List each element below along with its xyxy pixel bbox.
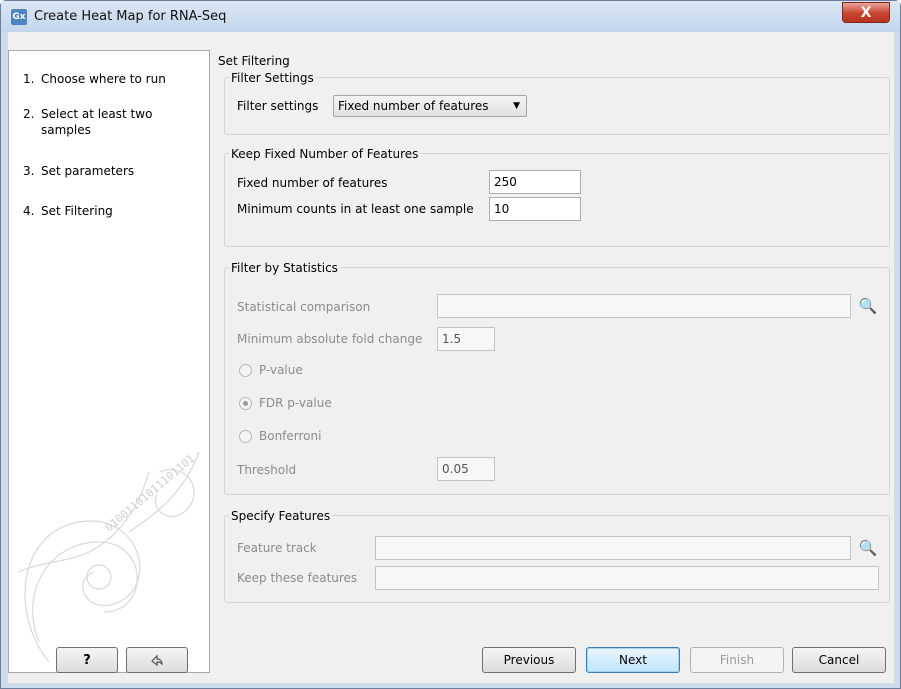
fixed-features-input[interactable]: 250	[489, 170, 581, 194]
step-label: Set Filtering	[41, 204, 113, 218]
keep-features-field[interactable]	[375, 566, 879, 590]
fixed-features-label: Fixed number of features	[237, 176, 388, 190]
close-button[interactable]: X	[842, 2, 890, 23]
next-button[interactable]: Next	[586, 647, 680, 673]
feature-track-field[interactable]	[375, 536, 851, 560]
filter-settings-group: Filter Settings Filter settings Fixed nu…	[224, 71, 890, 135]
filter-settings-area: Set Filtering Filter Settings Filter set…	[216, 50, 894, 673]
previous-button[interactable]: Previous	[482, 647, 576, 673]
window-title: Create Heat Map for RNA-Seq	[34, 9, 227, 24]
watermark-binary-text: 01001101011101101	[103, 452, 198, 534]
help-button[interactable]: ?	[56, 647, 118, 673]
minimum-counts-input[interactable]: 10	[489, 197, 581, 221]
fdr-pvalue-label: FDR p-value	[259, 396, 332, 410]
group-title: Specify Features	[229, 509, 333, 523]
keep-features-label: Keep these features	[237, 571, 358, 585]
title-bar[interactable]: Gx Create Heat Map for RNA-Seq X	[1, 1, 900, 32]
filter-settings-dropdown[interactable]: Fixed number of features ▼	[333, 95, 527, 117]
threshold-label: Threshold	[237, 463, 297, 477]
dialog-window: Gx Create Heat Map for RNA-Seq X 1. Choo…	[0, 0, 901, 689]
button-bar: ? Previous Next Finish Cancel	[8, 643, 894, 683]
group-title: Keep Fixed Number of Features	[229, 147, 421, 161]
finish-button[interactable]: Finish	[690, 647, 784, 673]
page-title: Set Filtering	[218, 54, 290, 68]
filter-settings-selected: Fixed number of features	[338, 99, 489, 113]
filter-by-statistics-group: Filter by Statistics Statistical compari…	[224, 261, 890, 495]
group-title: Filter by Statistics	[229, 261, 340, 275]
statistical-comparison-field[interactable]	[437, 294, 851, 318]
decorative-watermark-logo: 01001101011101101	[18, 451, 200, 663]
reset-button[interactable]	[126, 647, 188, 673]
step-number: 3.	[23, 164, 35, 178]
fold-change-label: Minimum absolute fold change	[237, 332, 423, 346]
dialog-body: 1. Choose where to run 2. Select at leas…	[8, 32, 894, 683]
browse-comparison-icon[interactable]: 🔍	[857, 295, 879, 317]
wizard-steps-panel: 1. Choose where to run 2. Select at leas…	[8, 50, 210, 673]
bonferroni-label: Bonferroni	[259, 429, 322, 443]
specify-features-group: Specify Features Feature track 🔍 Keep th…	[224, 509, 890, 603]
fold-change-input[interactable]: 1.5	[437, 327, 495, 351]
feature-track-label: Feature track	[237, 541, 317, 555]
statistical-comparison-label: Statistical comparison	[237, 300, 371, 314]
threshold-input[interactable]: 0.05	[437, 457, 495, 481]
step-number: 2.	[23, 107, 35, 121]
app-icon: Gx	[11, 9, 27, 25]
chevron-down-icon: ▼	[513, 101, 520, 111]
minimum-counts-label: Minimum counts in at least one sample	[237, 202, 474, 216]
step-number: 4.	[23, 204, 35, 218]
group-title: Filter Settings	[229, 71, 316, 85]
bonferroni-radio[interactable]	[239, 430, 252, 443]
fdr-pvalue-radio[interactable]	[239, 397, 252, 410]
filter-settings-label: Filter settings	[237, 99, 319, 113]
step-label: Choose where to run	[41, 72, 166, 86]
pvalue-label: P-value	[259, 363, 303, 377]
step-label: Set parameters	[41, 164, 135, 178]
browse-feature-track-icon[interactable]: 🔍	[857, 537, 879, 559]
step-number: 1.	[23, 72, 35, 86]
cancel-button[interactable]: Cancel	[792, 647, 886, 673]
keep-fixed-features-group: Keep Fixed Number of Features Fixed numb…	[224, 147, 890, 247]
reset-arrow-icon	[151, 654, 163, 667]
step-label: Select at least two samples	[41, 107, 153, 137]
pvalue-radio[interactable]	[239, 364, 252, 377]
